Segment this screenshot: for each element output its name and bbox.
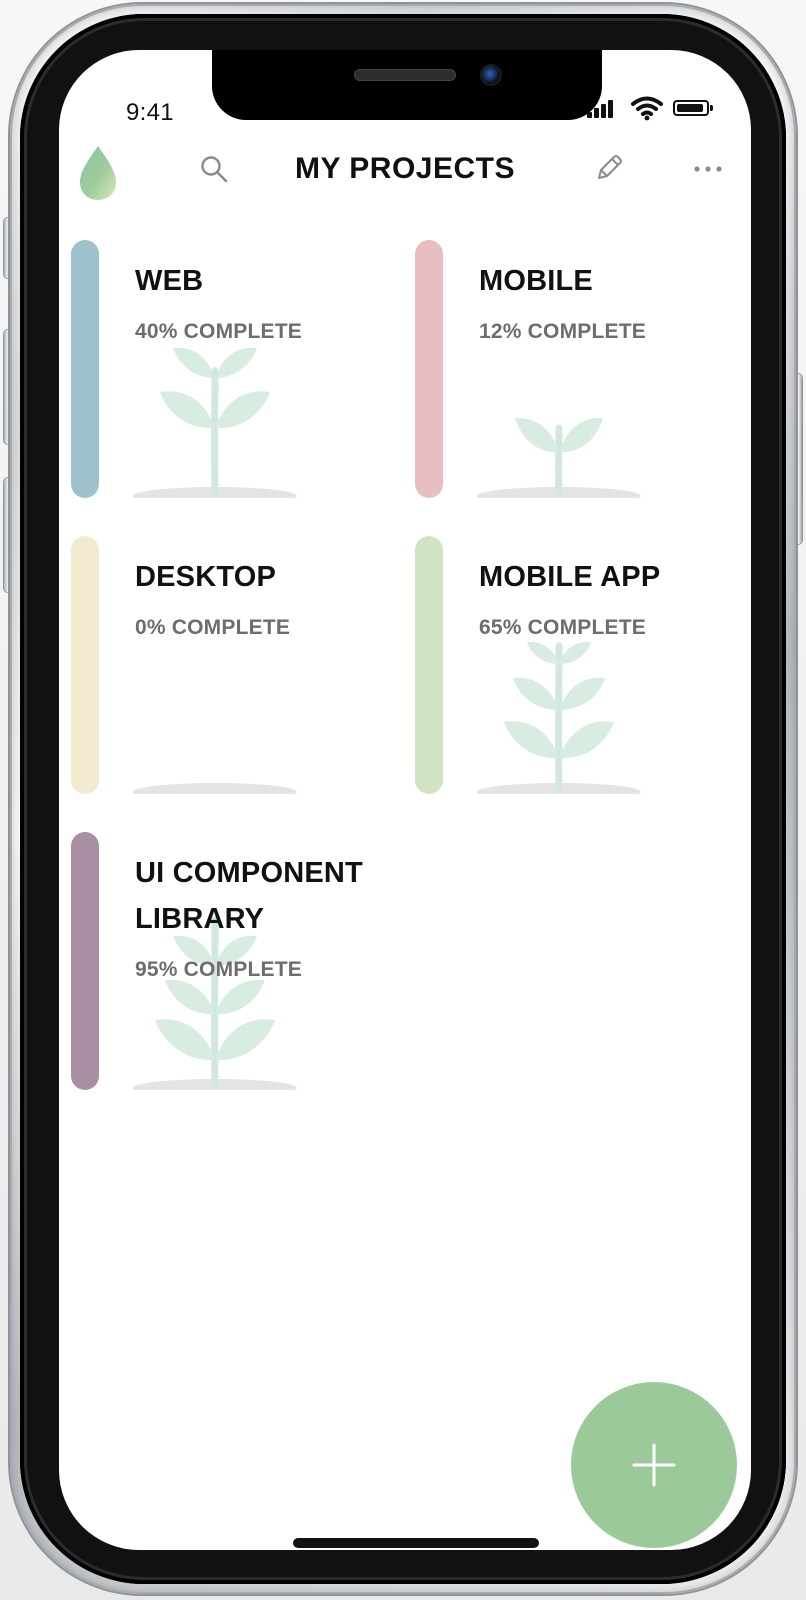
project-card-ui-component-library[interactable]: UI COMPONENT LIBRARY 95% COMPLETE xyxy=(71,832,395,1090)
project-title: WEB xyxy=(135,265,204,297)
device-mockup: 9:41 MY PROJECTS WEB 40% COMPLETE MOBILE… xyxy=(0,0,806,1600)
project-card-mobile[interactable]: MOBILE 12% COMPLETE xyxy=(415,240,739,498)
home-indicator[interactable] xyxy=(293,1538,539,1548)
page-title: MY PROJECTS xyxy=(295,152,515,185)
plant-growth-icon xyxy=(133,347,297,498)
more-icon[interactable] xyxy=(693,164,723,174)
app-screen: 9:41 MY PROJECTS WEB 40% COMPLETE MOBILE… xyxy=(59,50,751,1550)
plant-growth-icon xyxy=(477,417,641,498)
notch xyxy=(212,50,602,120)
project-color-bar xyxy=(71,536,99,794)
project-card-web[interactable]: WEB 40% COMPLETE xyxy=(71,240,395,498)
signal-icon xyxy=(587,98,622,118)
plant-growth-icon xyxy=(477,641,641,794)
project-color-bar xyxy=(415,240,443,498)
project-color-bar xyxy=(71,240,99,498)
project-title: MOBILE xyxy=(479,265,593,297)
battery-icon xyxy=(673,100,713,116)
project-card-desktop[interactable]: DESKTOP 0% COMPLETE xyxy=(71,536,395,794)
project-progress: 40% COMPLETE xyxy=(135,320,302,343)
front-camera xyxy=(480,64,502,86)
plus-icon xyxy=(632,1443,676,1487)
project-progress: 12% COMPLETE xyxy=(479,320,646,343)
add-project-button[interactable] xyxy=(571,1382,737,1548)
status-icons xyxy=(587,95,717,125)
project-title: MOBILE APP xyxy=(479,561,661,593)
project-card-mobile-app[interactable]: MOBILE APP 65% COMPLETE xyxy=(415,536,739,794)
speaker-grille xyxy=(354,69,456,81)
project-progress: 0% COMPLETE xyxy=(135,616,291,639)
status-time: 9:41 xyxy=(126,99,174,126)
project-progress: 95% COMPLETE xyxy=(135,958,302,981)
wifi-icon xyxy=(631,96,663,121)
phone-frame: 9:41 MY PROJECTS WEB 40% COMPLETE MOBILE… xyxy=(10,4,796,1594)
project-title: UI COMPONENT LIBRARY xyxy=(135,857,363,935)
phone-bezel: 9:41 MY PROJECTS WEB 40% COMPLETE MOBILE… xyxy=(20,14,786,1584)
pencil-icon[interactable] xyxy=(591,150,627,186)
plant-growth-icon xyxy=(133,783,297,794)
project-title: DESKTOP xyxy=(135,561,277,593)
project-color-bar xyxy=(71,832,99,1090)
app-header: MY PROJECTS xyxy=(59,138,751,206)
project-color-bar xyxy=(415,536,443,794)
project-progress: 65% COMPLETE xyxy=(479,616,646,639)
